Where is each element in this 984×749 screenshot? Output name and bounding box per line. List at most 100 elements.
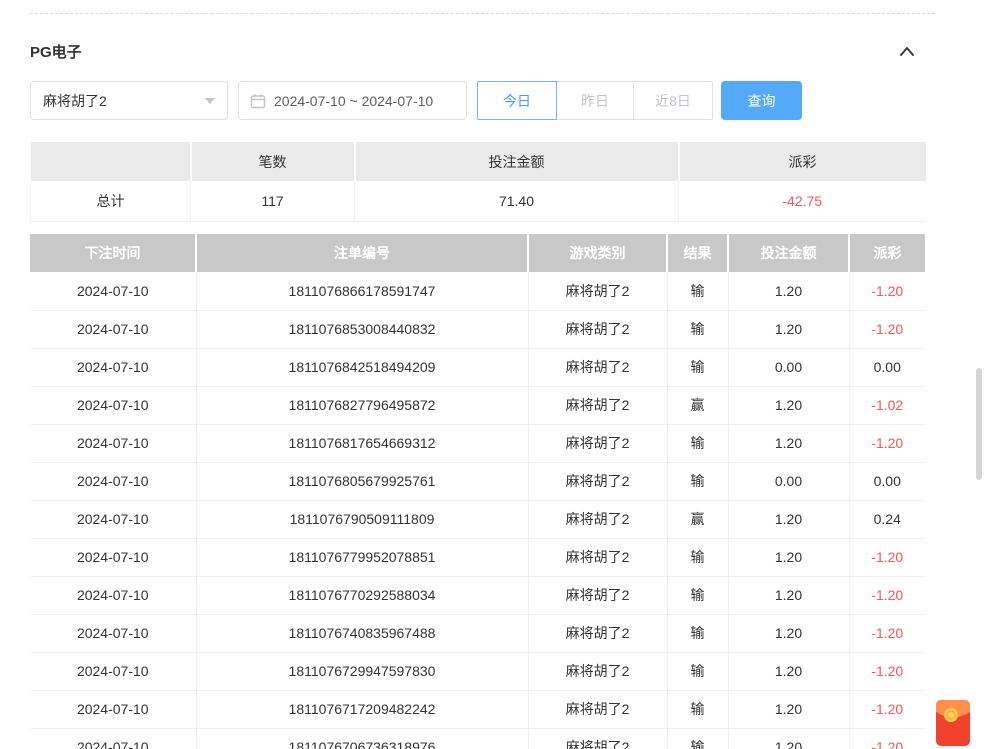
range-button-yesterday[interactable]: 昨日 [556, 81, 634, 120]
header-order-no: 注单编号 [196, 234, 528, 272]
cell-result: 输 [667, 728, 728, 749]
cell-bet-time: 2024-07-10 [30, 462, 196, 500]
range-button-last8days[interactable]: 近8日 [633, 81, 713, 120]
header-result: 结果 [667, 234, 728, 272]
collapse-section-button[interactable] [898, 44, 916, 58]
range-button-today[interactable]: 今日 [477, 81, 557, 120]
table-row: 2024-07-101811076779952078851麻将胡了2输1.20-… [30, 538, 925, 576]
table-row: 2024-07-101811076866178591747麻将胡了2输1.20-… [30, 272, 925, 310]
cell-bet-time: 2024-07-10 [30, 272, 196, 310]
cell-order-no: 1811076853008440832 [196, 310, 528, 348]
report-page: PG电子 麻将胡了2 2024-07-10 ~ 2024-07-10 今日 昨日… [0, 0, 984, 749]
cell-game-type: 麻将胡了2 [528, 614, 667, 652]
bet-history-table: 下注时间 注单编号 游戏类别 结果 投注金额 派彩 2024-07-101811… [30, 234, 925, 749]
table-row: 2024-07-101811076853008440832麻将胡了2输1.20-… [30, 310, 925, 348]
cell-bet-amount: 1.20 [728, 386, 849, 424]
cell-payout: -1.02 [849, 386, 925, 424]
cell-bet-amount: 1.20 [728, 576, 849, 614]
table-row: 2024-07-101811076770292588034麻将胡了2输1.20-… [30, 576, 925, 614]
cell-bet-time: 2024-07-10 [30, 500, 196, 538]
cell-payout: 0.00 [849, 462, 925, 500]
cell-bet-amount: 1.20 [728, 690, 849, 728]
cell-bet-amount: 1.20 [728, 652, 849, 690]
summary-total-row: 总计 117 71.40 -42.75 [31, 181, 926, 221]
summary-section: 笔数 投注金额 派彩 总计 117 71.40 -42.75 [30, 142, 926, 222]
date-range-picker[interactable]: 2024-07-10 ~ 2024-07-10 [238, 81, 467, 120]
table-row: 2024-07-101811076706736318976麻将胡了2输1.20-… [30, 728, 925, 749]
cell-result: 赢 [667, 500, 728, 538]
section-header: PG电子 [30, 40, 916, 62]
cell-payout: -1.20 [849, 310, 925, 348]
cell-payout: -1.20 [849, 424, 925, 462]
cell-result: 输 [667, 272, 728, 310]
summary-header-row: 笔数 投注金额 派彩 [31, 142, 926, 181]
cell-payout: -1.20 [849, 614, 925, 652]
cell-order-no: 1811076805679925761 [196, 462, 528, 500]
summary-payout: -42.75 [679, 181, 926, 221]
summary-count: 117 [191, 181, 355, 221]
summary-bet-amount: 71.40 [355, 181, 679, 221]
table-row: 2024-07-101811076817654669312麻将胡了2输1.20-… [30, 424, 925, 462]
cell-payout: -1.20 [849, 728, 925, 749]
cell-game-type: 麻将胡了2 [528, 348, 667, 386]
cell-payout: -1.20 [849, 272, 925, 310]
cell-bet-amount: 1.20 [728, 538, 849, 576]
cell-bet-amount: 1.20 [728, 272, 849, 310]
table-row: 2024-07-101811076717209482242麻将胡了2输1.20-… [30, 690, 925, 728]
date-range-value: 2024-07-10 ~ 2024-07-10 [274, 93, 433, 109]
cell-bet-time: 2024-07-10 [30, 348, 196, 386]
bet-table-body: 2024-07-101811076866178591747麻将胡了2输1.20-… [30, 272, 925, 749]
cell-game-type: 麻将胡了2 [528, 424, 667, 462]
cell-bet-time: 2024-07-10 [30, 652, 196, 690]
summary-header-bet-amount: 投注金额 [355, 142, 679, 181]
game-select[interactable]: 麻将胡了2 [30, 81, 228, 120]
query-button[interactable]: 查询 [721, 81, 802, 120]
cell-bet-time: 2024-07-10 [30, 690, 196, 728]
cell-order-no: 1811076717209482242 [196, 690, 528, 728]
cell-bet-amount: 1.20 [728, 614, 849, 652]
cell-result: 输 [667, 462, 728, 500]
table-row: 2024-07-101811076729947597830麻将胡了2输1.20-… [30, 652, 925, 690]
cell-bet-time: 2024-07-10 [30, 424, 196, 462]
table-row: 2024-07-101811076805679925761麻将胡了2输0.000… [30, 462, 925, 500]
cell-result: 输 [667, 538, 728, 576]
red-packet-button[interactable] [936, 700, 970, 746]
cell-game-type: 麻将胡了2 [528, 576, 667, 614]
table-row: 2024-07-101811076740835967488麻将胡了2输1.20-… [30, 614, 925, 652]
cell-game-type: 麻将胡了2 [528, 538, 667, 576]
table-row: 2024-07-101811076790509111809麻将胡了2赢1.200… [30, 500, 925, 538]
cell-game-type: 麻将胡了2 [528, 272, 667, 310]
quick-range-group: 今日 昨日 近8日 [477, 81, 713, 120]
cell-payout: -1.20 [849, 690, 925, 728]
cell-bet-time: 2024-07-10 [30, 576, 196, 614]
header-bet-time: 下注时间 [30, 234, 196, 272]
cell-result: 输 [667, 652, 728, 690]
cell-order-no: 1811076827796495872 [196, 386, 528, 424]
table-row: 2024-07-101811076842518494209麻将胡了2输0.000… [30, 348, 925, 386]
cell-game-type: 麻将胡了2 [528, 462, 667, 500]
filter-bar: 麻将胡了2 2024-07-10 ~ 2024-07-10 今日 昨日 近8日 … [30, 81, 802, 120]
cell-result: 输 [667, 690, 728, 728]
summary-header-count: 笔数 [191, 142, 355, 181]
cell-payout: -1.20 [849, 652, 925, 690]
cell-order-no: 1811076729947597830 [196, 652, 528, 690]
section-title: PG电子 [30, 41, 82, 62]
cell-order-no: 1811076866178591747 [196, 272, 528, 310]
cell-order-no: 1811076706736318976 [196, 728, 528, 749]
cell-game-type: 麻将胡了2 [528, 500, 667, 538]
cell-bet-time: 2024-07-10 [30, 386, 196, 424]
caret-down-icon [205, 98, 215, 104]
cell-game-type: 麻将胡了2 [528, 310, 667, 348]
cell-order-no: 1811076779952078851 [196, 538, 528, 576]
vertical-scrollbar-thumb[interactable] [976, 368, 982, 480]
cell-result: 赢 [667, 386, 728, 424]
bet-history-section: 下注时间 注单编号 游戏类别 结果 投注金额 派彩 2024-07-101811… [30, 234, 925, 749]
cell-result: 输 [667, 348, 728, 386]
cell-order-no: 1811076842518494209 [196, 348, 528, 386]
cell-game-type: 麻将胡了2 [528, 386, 667, 424]
cell-payout: -1.20 [849, 576, 925, 614]
cell-order-no: 1811076790509111809 [196, 500, 528, 538]
calendar-icon [250, 93, 266, 109]
cell-order-no: 1811076817654669312 [196, 424, 528, 462]
header-game-type: 游戏类别 [528, 234, 667, 272]
